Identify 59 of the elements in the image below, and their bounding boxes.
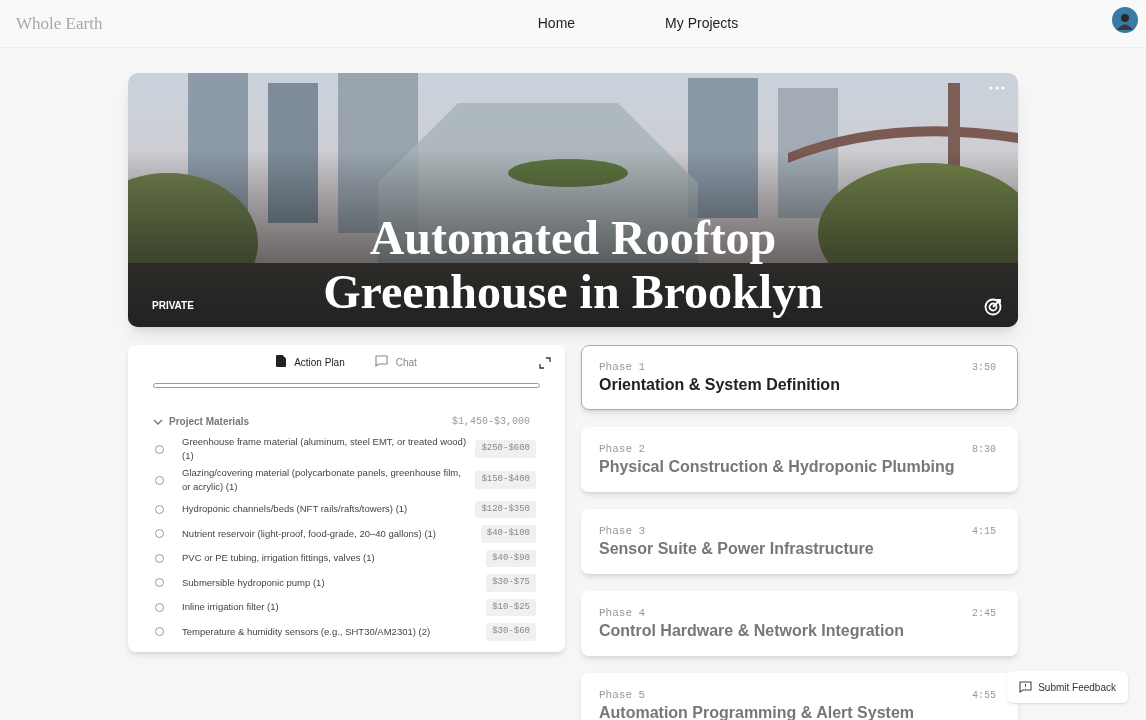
nav-link[interactable]: My Projects [665,13,739,34]
submit-feedback-button[interactable]: Submit Feedback [1007,671,1128,703]
phase-title: Sensor Suite & Power Infrastructure [599,539,874,559]
phase-title: Physical Construction & Hydroponic Plumbing [599,457,955,477]
phase-label: Phase 3 [599,524,646,538]
phase-duration: 3:50 [972,361,996,375]
phase-label: Phase 4 [599,606,646,620]
phase-duration: 2:45 [972,607,996,621]
expand-icon[interactable] [539,357,551,369]
phase-card[interactable]: Phase 1 3:50 Orientation & System Definition [581,345,1018,410]
price-tag: $40-$90 [486,549,536,567]
checkbox[interactable] [155,475,164,485]
nav-link[interactable]: Home [537,13,576,34]
phase-duration: 8:30 [972,443,996,457]
phase-card[interactable]: Phase 2 8:30 Physical Construction & Hydroponic Plumbing [581,427,1018,492]
price-tag: $40-$100 [480,525,536,543]
materials-total: $1,450-$3,000 [452,415,530,429]
phase-duration: 4:15 [972,525,996,539]
phase-title: Orientation & System Definition [599,375,840,395]
checkbox[interactable] [155,553,164,563]
chat-icon [374,355,388,367]
price-tag: $250-$600 [475,440,536,458]
target-icon[interactable] [984,298,1002,316]
price-tag: $30-$75 [486,574,536,592]
price-tag: $10-$25 [486,598,536,616]
material-name: Inline irrigation filter (1) [182,600,280,615]
material-name: Hydroponic channels/beds (NFT rails/rafts/towers) (1) [182,502,409,517]
phase-label: Phase 5 [599,688,646,702]
phase-card[interactable]: Phase 3 4:15 Sensor Suite & Power Infrastructure [581,509,1018,574]
checkbox[interactable] [155,444,164,454]
avatar-icon[interactable] [1112,7,1138,33]
checkbox[interactable] [155,627,164,637]
material-name: Nutrient reservoir (light-proof, food-grade, 20–40 gallons) (1) [182,526,437,541]
more-icon[interactable] [988,85,1006,91]
checkbox[interactable] [155,504,164,514]
phase-title: Control Hardware & Network Integration [599,621,904,641]
phase-label: Phase 2 [599,442,646,456]
material-name: Submersible hydroponic pump (1) [182,575,326,590]
material-name: PVC or PE tubing, irrigation fittings, valves (1) [182,551,376,566]
visibility-label: PRIVATE [152,299,194,313]
feedback-icon [1019,681,1033,693]
section-title: Project Materials [169,415,251,429]
phase-duration: 4:55 [972,689,996,703]
phase-label: Phase 1 [599,360,646,374]
document-icon [276,355,287,367]
tab[interactable]: Chat [374,355,417,375]
project-title: Automated Rooftop Greenhouse in Brooklyn [322,211,824,319]
material-name: Temperature & humidity sensors (e.g., SHT30/AM2301) (2) [182,624,432,639]
price-tag: $120-$350 [475,500,536,518]
price-tag: $30-$60 [486,623,536,641]
logo[interactable]: Whole Earth [16,10,316,37]
checkbox[interactable] [155,578,164,588]
checkbox[interactable] [155,529,164,539]
material-name: Greenhouse frame material (aluminum, steel EMT, or treated wood) (1) [182,435,468,463]
price-tag: $150-$400 [475,471,536,489]
material-name: Glazing/covering material (polycarbonate panels, greenhouse film, or acrylic) (1) [182,466,462,494]
tab[interactable]: Action Plan [276,355,345,375]
checkbox[interactable] [155,602,164,612]
phase-card[interactable]: Phase 4 2:45 Control Hardware & Network Integration [581,591,1018,656]
